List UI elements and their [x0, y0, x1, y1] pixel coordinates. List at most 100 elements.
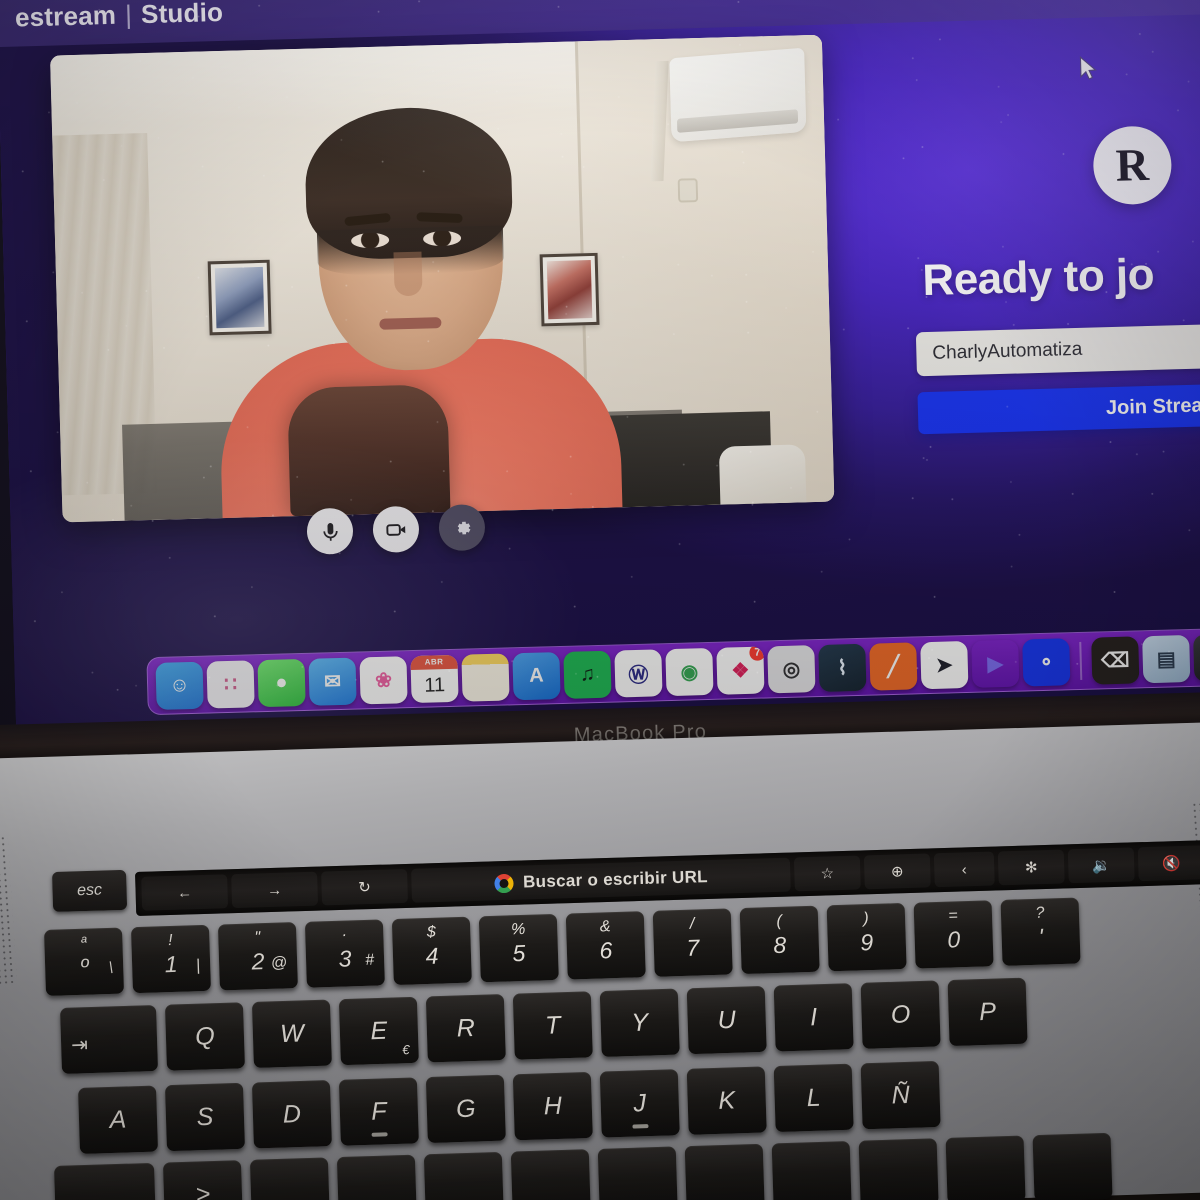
key-Y[interactable]: Y [599, 988, 680, 1058]
key-W[interactable]: W [251, 999, 332, 1068]
key-0[interactable]: = 0 [913, 900, 994, 969]
touchbar-url-search[interactable]: Buscar o escribir URL [411, 857, 791, 903]
preview-icon: ▤ [1156, 647, 1177, 671]
join-stream-button[interactable]: Join Stream [917, 380, 1200, 435]
touchbar-brightness-button[interactable]: ✻ [997, 849, 1065, 886]
dock-badge-slack: 7 [748, 646, 765, 662]
touchbar-volume-button[interactable]: 🔉 [1067, 847, 1135, 884]
dock-item-messages[interactable]: ● [257, 658, 306, 707]
key-J[interactable]: J [599, 1069, 680, 1138]
postman-icon: ╱ [887, 655, 900, 678]
key-S[interactable]: S [164, 1082, 245, 1152]
key-4[interactable]: $4 [391, 916, 472, 986]
settings-button[interactable] [438, 504, 486, 552]
key-blank-9[interactable] [1032, 1132, 1113, 1200]
key-main-legend: O [890, 1000, 911, 1029]
touchbar-bookmark-button[interactable]: ☆ [793, 855, 861, 892]
key-2[interactable]: " 2 @ [217, 922, 298, 991]
key-blank-0[interactable] [249, 1157, 330, 1200]
touchbar-new-tab-button[interactable]: ⊕ [863, 853, 931, 890]
key-main-legend: F [370, 1097, 387, 1126]
dock-item-postman[interactable]: ╱ [869, 641, 918, 691]
dock-item-slack[interactable]: ❖ 7 [716, 646, 765, 695]
key-D[interactable]: D [251, 1080, 332, 1149]
key-main-legend: S [196, 1102, 214, 1132]
dock-item-grammarly[interactable]: ◎ [767, 644, 816, 693]
brand-product: Studio [140, 0, 224, 29]
key-blank-3[interactable] [510, 1149, 591, 1200]
key-blank-4[interactable] [597, 1146, 678, 1200]
key-blank-1[interactable] [336, 1154, 417, 1200]
dock-item-mysql-workbench[interactable]: ⌇ [818, 643, 867, 692]
key-home-bump [632, 1124, 649, 1129]
dock-item-launchpad[interactable]: ∷ [206, 659, 255, 709]
key-'[interactable]: ? ' [1000, 897, 1081, 966]
key-7[interactable]: /7 [652, 908, 733, 977]
google-icon [493, 873, 514, 893]
dock-item-notes[interactable] [461, 652, 510, 702]
key-H[interactable]: H [512, 1071, 593, 1141]
dock-item-preview[interactable]: ▤ [1142, 634, 1191, 683]
key-I[interactable]: I [773, 983, 854, 1052]
key-blank-6[interactable] [771, 1140, 852, 1200]
dock-item-app-store[interactable]: A [512, 651, 561, 700]
launchpad-icon: ∷ [223, 673, 238, 696]
dock-item-quicktime[interactable]: ● [1193, 633, 1200, 682]
key-U[interactable]: U [686, 985, 767, 1055]
dock-item-mail[interactable]: ✉ [308, 657, 357, 706]
esc-key[interactable]: esc [52, 869, 128, 912]
touchbar-mute-button[interactable]: 🔇 [1137, 845, 1200, 882]
dock-item-n8n[interactable]: ⚬ [1022, 637, 1071, 686]
key-home-bump [371, 1132, 388, 1137]
key-T[interactable]: T [512, 991, 593, 1060]
dock-item-audio-editor[interactable]: ▶ [971, 639, 1019, 687]
mouse-cursor-icon [1079, 56, 1097, 80]
key-º[interactable]: ª º \ [44, 927, 125, 996]
key->[interactable]: > [162, 1160, 243, 1200]
key-G[interactable]: G [425, 1074, 506, 1144]
dock-item-sourcetree[interactable]: ➤ [920, 640, 969, 689]
dock-item-photos[interactable]: ❀ [359, 655, 408, 704]
key-E[interactable]: E € [338, 996, 419, 1066]
key-blank-7[interactable] [858, 1138, 939, 1200]
dock-item-terminal[interactable]: ⌫ [1091, 635, 1140, 685]
key-5[interactable]: % 5 [478, 913, 559, 983]
key-3[interactable]: · 3 # [304, 919, 385, 988]
dock-item-calendar[interactable]: ABR 11 [410, 654, 459, 703]
key-9[interactable]: ) 9 [826, 902, 907, 972]
dock-item-whatsapp-business[interactable]: Ⓦ [614, 648, 663, 698]
key-alt-legend: | [195, 957, 201, 975]
key-top-legend: ( [776, 912, 783, 930]
key-Ñ[interactable]: Ñ [860, 1060, 941, 1130]
key-Q[interactable]: Q [164, 1002, 245, 1071]
dock-item-chrome[interactable]: ◉ [665, 647, 714, 696]
key-main-legend: U [717, 1005, 737, 1035]
restream-logo: R [1092, 125, 1173, 206]
key-O[interactable]: O [860, 980, 941, 1049]
dock-item-finder[interactable]: ☺ [155, 661, 204, 710]
key-main-legend: G [455, 1094, 476, 1124]
key-8[interactable]: (8 [739, 905, 820, 975]
touchbar-reload-button[interactable]: ↻ [321, 868, 409, 906]
display-name-input[interactable] [915, 320, 1200, 377]
key-K[interactable]: K [686, 1066, 767, 1135]
touchbar-back-button[interactable]: ← [141, 874, 229, 911]
key-L[interactable]: L [773, 1063, 854, 1133]
key-A[interactable]: A [78, 1085, 159, 1154]
key-blank-2[interactable] [423, 1151, 504, 1200]
key-F[interactable]: F [338, 1077, 419, 1146]
camera-toggle-button[interactable] [372, 505, 420, 554]
key-tab[interactable]: ⇥ [60, 1004, 159, 1074]
dock-item-spotify[interactable]: ♫ [563, 650, 612, 699]
key-R[interactable]: R [425, 994, 506, 1063]
key-shift-left[interactable] [54, 1162, 157, 1200]
touchbar-expand-button[interactable]: ‹ [933, 851, 995, 888]
microphone-toggle-button[interactable] [306, 507, 354, 555]
key-blank-5[interactable] [684, 1143, 765, 1200]
key-1[interactable]: ! 1 | [130, 924, 211, 994]
key-6[interactable]: & 6 [565, 911, 646, 980]
key-blank-8[interactable] [945, 1135, 1026, 1200]
key-P[interactable]: P [947, 977, 1028, 1047]
touchbar-forward-button[interactable]: → [231, 871, 319, 909]
camera-preview[interactable] [50, 34, 835, 523]
